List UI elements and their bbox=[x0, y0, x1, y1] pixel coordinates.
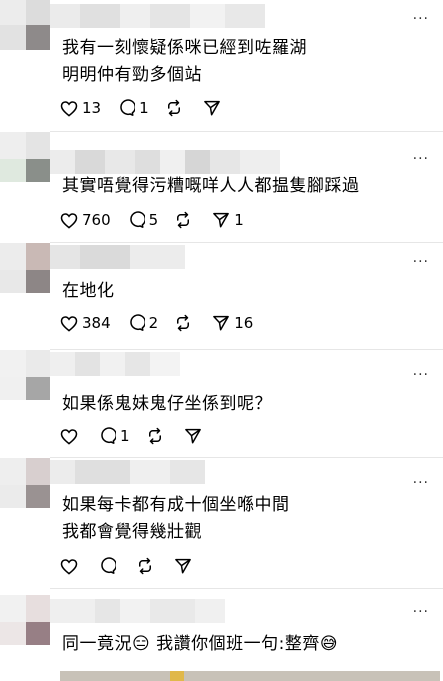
comment-text: 我有一刻懷疑係咪已經到咗羅湖 明明仲有勁多個站 bbox=[62, 38, 307, 85]
more-icon[interactable]: ··· bbox=[413, 255, 429, 269]
repost-button[interactable] bbox=[174, 211, 196, 229]
like-button[interactable]: 13 bbox=[60, 99, 101, 117]
reply-count: 1 bbox=[139, 99, 149, 117]
repost-icon bbox=[139, 557, 151, 575]
repost-button[interactable] bbox=[146, 427, 168, 445]
reply-count: 1 bbox=[120, 427, 130, 445]
like-count: 13 bbox=[82, 99, 102, 117]
share-button[interactable] bbox=[184, 427, 206, 445]
reply-count: 5 bbox=[148, 211, 159, 229]
reply-button[interactable]: 1 bbox=[117, 99, 149, 117]
share-button[interactable] bbox=[203, 99, 225, 117]
attached-image[interactable] bbox=[60, 671, 440, 681]
more-icon[interactable]: ··· bbox=[413, 605, 429, 619]
comment-text: 同一竟況😑 我讚你個班一句:整齊😅 bbox=[62, 634, 339, 654]
comment-icon bbox=[129, 211, 145, 228]
avatar[interactable] bbox=[0, 350, 50, 400]
share-count: 16 bbox=[234, 314, 254, 332]
more-icon[interactable]: ··· bbox=[413, 476, 429, 490]
share-icon bbox=[213, 315, 230, 331]
like-count: 384 bbox=[82, 314, 111, 332]
heart-icon bbox=[60, 212, 78, 229]
repost-button[interactable] bbox=[174, 314, 196, 332]
like-button[interactable] bbox=[60, 558, 82, 575]
divider bbox=[50, 349, 443, 350]
comment-text: 其實唔覺得污糟嘅咩人人都揾隻腳踩過 bbox=[62, 176, 360, 196]
reply-button[interactable] bbox=[98, 557, 120, 575]
avatar[interactable] bbox=[0, 132, 50, 182]
divider bbox=[50, 131, 443, 132]
divider bbox=[50, 457, 443, 458]
more-icon[interactable]: ··· bbox=[413, 12, 429, 26]
heart-icon bbox=[60, 428, 78, 445]
more-icon[interactable]: ··· bbox=[413, 152, 429, 166]
comment-icon bbox=[129, 314, 145, 331]
repost-icon bbox=[148, 427, 161, 445]
like-button[interactable] bbox=[60, 428, 82, 445]
share-icon bbox=[184, 428, 201, 444]
share-button[interactable] bbox=[174, 557, 196, 575]
repost-icon bbox=[167, 99, 180, 117]
share-icon bbox=[175, 558, 191, 574]
reply-button[interactable]: 1 bbox=[98, 427, 130, 445]
username-blurred[interactable] bbox=[50, 599, 225, 623]
share-button[interactable]: 16 bbox=[212, 314, 253, 332]
repost-button[interactable] bbox=[165, 99, 187, 117]
like-button[interactable]: 384 bbox=[60, 314, 111, 332]
reply-count: 2 bbox=[148, 314, 159, 332]
repost-icon bbox=[177, 314, 190, 332]
heart-icon bbox=[60, 558, 78, 575]
avatar[interactable] bbox=[0, 458, 50, 508]
avatar[interactable] bbox=[0, 595, 50, 645]
username-blurred[interactable] bbox=[50, 352, 180, 376]
share-count: 1 bbox=[234, 211, 244, 229]
comment-text: 如果係鬼妹鬼仔坐係到呢？ bbox=[62, 394, 272, 414]
share-button[interactable]: 1 bbox=[212, 211, 244, 229]
like-button[interactable]: 760 bbox=[60, 211, 111, 229]
comment-text: 在地化 bbox=[62, 281, 115, 301]
username-blurred[interactable] bbox=[50, 460, 205, 484]
more-icon[interactable]: ··· bbox=[413, 368, 429, 382]
avatar[interactable] bbox=[0, 0, 50, 50]
reply-button[interactable]: 5 bbox=[127, 211, 159, 229]
username-blurred[interactable] bbox=[50, 245, 185, 269]
avatar[interactable] bbox=[0, 243, 50, 293]
heart-icon bbox=[60, 315, 78, 332]
username-blurred[interactable] bbox=[50, 4, 265, 28]
share-icon bbox=[213, 212, 230, 228]
comment-text: 如果每卡都有成十個坐喺中間 我都會覺得幾壯觀 bbox=[62, 495, 290, 542]
repost-icon bbox=[177, 211, 190, 229]
username-blurred[interactable] bbox=[50, 150, 280, 174]
like-count: 760 bbox=[82, 211, 111, 229]
reply-button[interactable]: 2 bbox=[127, 314, 159, 332]
heart-icon bbox=[60, 100, 78, 117]
divider bbox=[50, 588, 443, 589]
share-icon bbox=[203, 100, 220, 116]
comment-icon bbox=[101, 557, 116, 574]
repost-button[interactable] bbox=[136, 557, 158, 575]
comment-icon bbox=[101, 427, 116, 444]
comment-icon bbox=[120, 99, 136, 116]
divider bbox=[50, 242, 443, 243]
